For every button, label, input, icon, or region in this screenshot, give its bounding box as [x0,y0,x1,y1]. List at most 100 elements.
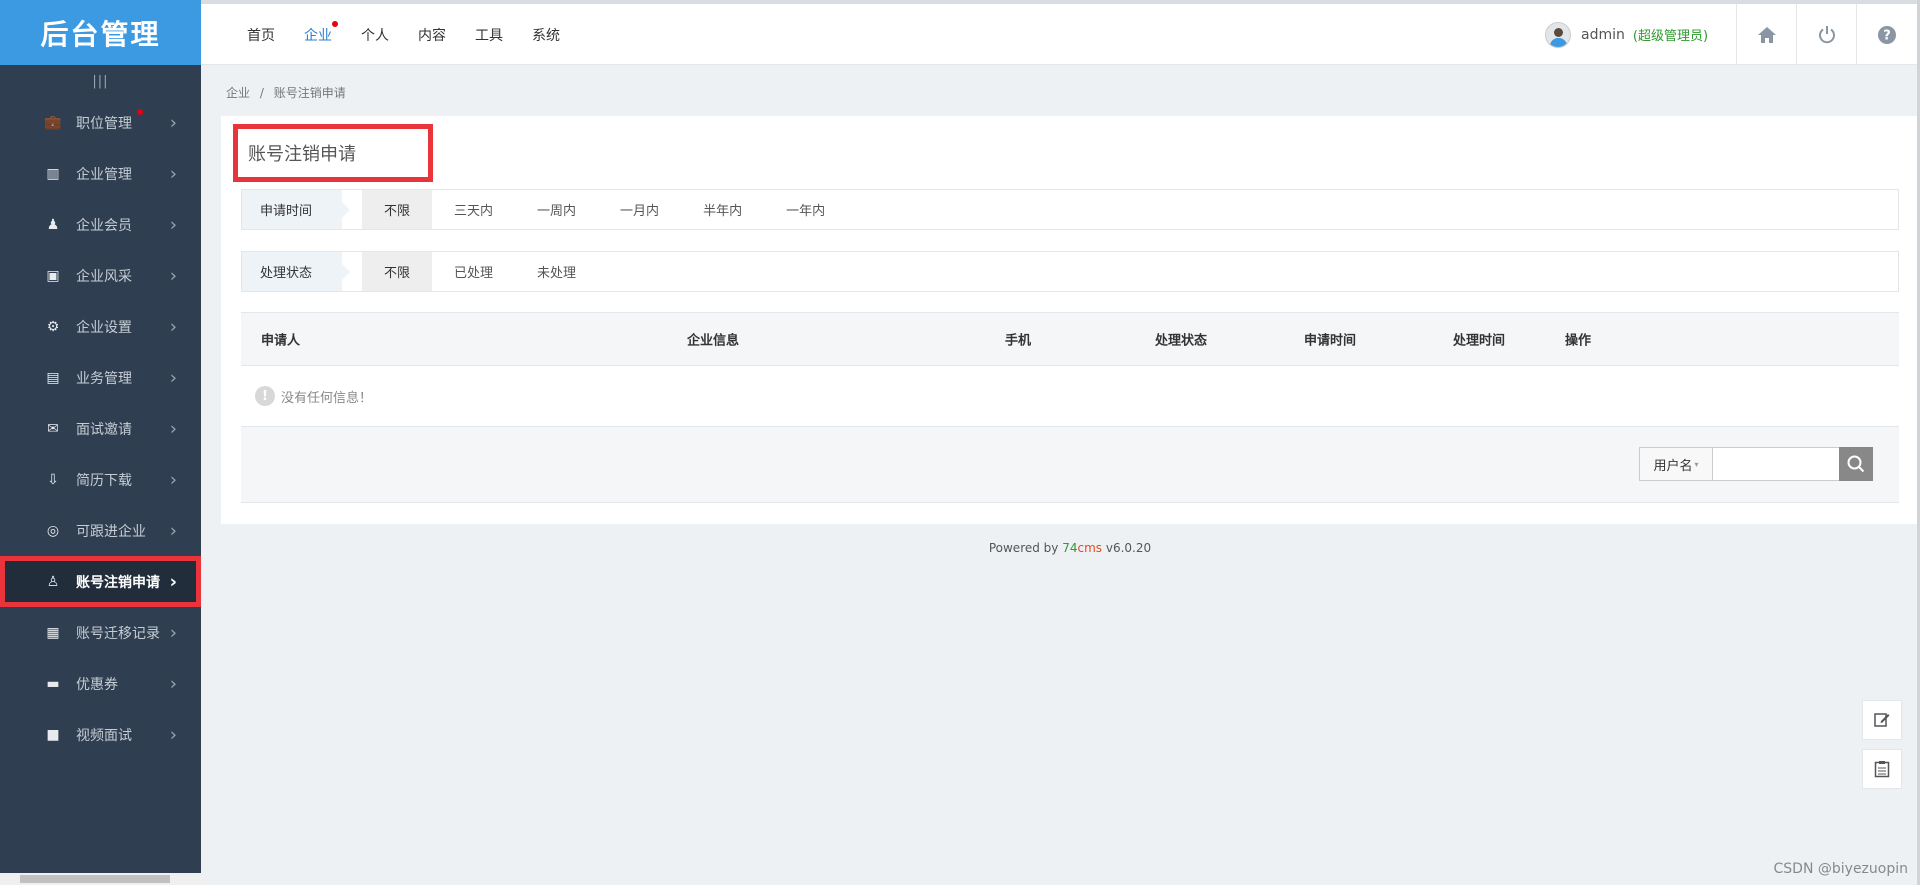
footer-version: v6.0.20 [1102,541,1152,555]
app-logo[interactable]: 后台管理 [0,0,201,65]
breadcrumb-separator: / [259,86,264,100]
filter-option-halfyear[interactable]: 半年内 [681,190,764,229]
avatar [1545,21,1571,48]
sidebar-item-label: 视频面试 [76,727,132,744]
column-header-status: 处理状态 [1155,333,1208,349]
column-header-apply-time: 申请时间 [1304,333,1357,349]
table-footer: 用户名 ▾ [241,427,1899,503]
filter-process-status: 处理状态 不限 已处理 未处理 [241,251,1899,292]
main-panel: 账号注销申请 申请时间 不限 三天内 一周内 一月内 半年内 一年内 处理状态 … [221,116,1919,524]
clipboard-float-button[interactable] [1862,749,1902,789]
ticket-icon: ▬ [46,675,60,692]
sidebar-item-label: 企业设置 [76,319,132,336]
column-header-actions: 操作 [1565,333,1592,349]
sidebar-item-label: 企业管理 [76,166,132,183]
filter-option-3days[interactable]: 三天内 [432,190,515,229]
column-header-process-time: 处理时间 [1453,333,1506,349]
sidebar: 后台管理 ||| 💼 职位管理 › ▥ 企业管理 › ♟ 企业会员 › ▣ 企业… [0,0,201,885]
filter-apply-time: 申请时间 不限 三天内 一周内 一月内 半年内 一年内 [241,189,1899,230]
empty-state-row: ! 没有任何信息！ [241,366,1899,427]
chevron-right-icon: › [169,112,177,133]
username: admin [1581,26,1625,43]
sidebar-collapse-button[interactable]: ||| [0,65,201,97]
sidebar-item-label: 优惠券 [76,676,118,693]
svg-text:?: ? [1883,28,1891,43]
breadcrumb-root[interactable]: 企业 [226,86,250,100]
filter-option-1week[interactable]: 一周内 [515,190,598,229]
edit-icon [1874,713,1890,727]
topnav-company[interactable]: 企业 [304,20,338,45]
briefcase-icon: 💼 [44,114,62,131]
topnav-personal[interactable]: 个人 [361,25,389,45]
sidebar-item-company-settings[interactable]: ⚙ 企业设置 › [0,301,201,352]
image-icon: ▣ [46,267,60,284]
chevron-right-icon: › [169,571,177,592]
chevron-right-icon: › [169,469,177,490]
edit-float-button[interactable] [1862,700,1902,740]
sidebar-horizontal-scrollbar[interactable] [0,873,201,885]
user-menu[interactable]: admin (超级管理员) [1545,4,1708,65]
search-icon [1847,455,1865,473]
topnav-system[interactable]: 系统 [532,25,560,45]
sidebar-item-label: 可跟进企业 [76,523,146,540]
sidebar-item-followup-companies[interactable]: ◎ 可跟进企业 › [0,505,201,556]
filter-option-processed[interactable]: 已处理 [432,252,515,291]
logout-button[interactable] [1796,4,1856,65]
sidebar-item-label: 简历下载 [76,472,132,489]
sidebar-item-label: 职位管理 [76,115,132,132]
filter-option-unprocessed[interactable]: 未处理 [515,252,598,291]
filter-option-1month[interactable]: 一月内 [598,190,681,229]
sidebar-item-label: 业务管理 [76,370,132,387]
download-icon: ⇩ [47,471,59,488]
sidebar-item-company-showcase[interactable]: ▣ 企业风采 › [0,250,201,301]
chevron-right-icon: › [169,367,177,388]
chevron-right-icon: › [169,163,177,184]
sidebar-item-account-cancellation[interactable]: ♙ 账号注销申请 › [0,556,201,607]
search-button[interactable] [1839,447,1873,481]
member-icon: ♟ [46,216,60,233]
sidebar-item-resume-downloads[interactable]: ⇩ 简历下载 › [0,454,201,505]
breadcrumb: 企业 / 账号注销申请 [226,84,352,101]
sidebar-item-video-interview[interactable]: ■ 视频面试 › [0,709,201,760]
topnav-content[interactable]: 内容 [418,25,446,45]
scrollbar-thumb[interactable] [20,875,170,883]
help-button[interactable]: ? [1856,4,1916,65]
topnav-label: 企业 [304,27,332,44]
powered-by-footer: Powered by 74cms v6.0.20 [221,541,1919,555]
cleanup-icon: ♙ [46,573,60,590]
sidebar-item-company-management[interactable]: ▥ 企业管理 › [0,148,201,199]
filter-label: 申请时间 [242,190,342,229]
table-header: 申请人 企业信息 手机 处理状态 申请时间 处理时间 操作 [241,312,1899,366]
building-icon: ▥ [46,165,60,182]
filter-option-any[interactable]: 不限 [362,252,433,291]
sidebar-menu: 💼 职位管理 › ▥ 企业管理 › ♟ 企业会员 › ▣ 企业风采 › ⚙ 企业… [0,97,201,760]
home-button[interactable] [1736,4,1796,65]
column-header-applicant: 申请人 [261,333,301,349]
chevron-right-icon: › [169,520,177,541]
chevron-right-icon: › [169,418,177,439]
sidebar-item-business-management[interactable]: ▤ 业务管理 › [0,352,201,403]
sidebar-item-account-migration[interactable]: ▦ 账号迁移记录 › [0,607,201,658]
topnav-home[interactable]: 首页 [247,25,275,45]
sidebar-item-job-management[interactable]: 💼 职位管理 › [0,97,201,148]
filter-option-1year[interactable]: 一年内 [764,190,847,229]
sidebar-item-coupons[interactable]: ▬ 优惠券 › [0,658,201,709]
user-role: (超级管理员) [1632,29,1709,44]
search-field-label: 用户名 [1653,458,1693,474]
top-nav: 首页 企业 个人 内容 工具 系统 [247,4,589,65]
search-input[interactable] [1713,447,1839,481]
sidebar-item-label: 账号注销申请 [76,574,160,591]
target-icon: ◎ [46,522,60,539]
gear-icon: ⚙ [46,318,60,335]
footer-brand-number[interactable]: 74 [1062,541,1077,555]
sidebar-item-interview-invites[interactable]: ✉ 面试邀请 › [0,403,201,454]
notification-dot [137,109,143,115]
watermark: CSDN @biyezuopin [1773,861,1908,877]
footer-brand-text[interactable]: cms [1078,541,1103,555]
filter-label: 处理状态 [242,252,342,291]
sidebar-item-company-members[interactable]: ♟ 企业会员 › [0,199,201,250]
topnav-tools[interactable]: 工具 [475,25,503,45]
envelope-icon: ✉ [47,420,59,437]
filter-option-any[interactable]: 不限 [362,190,433,229]
search-field-select[interactable]: 用户名 ▾ [1639,447,1713,481]
